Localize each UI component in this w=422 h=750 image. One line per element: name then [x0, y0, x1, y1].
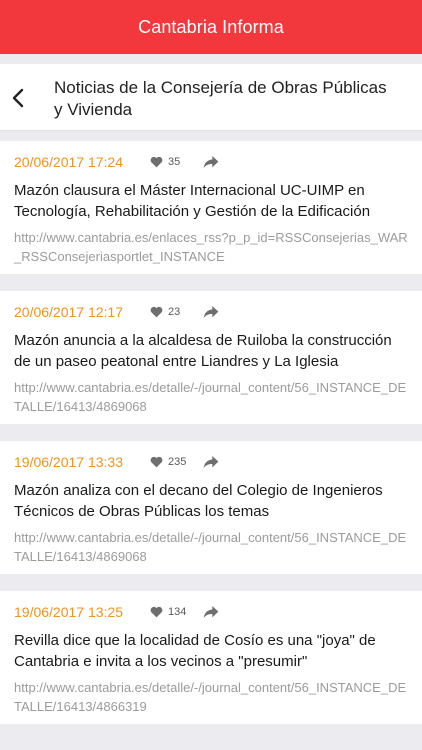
heart-icon	[150, 156, 163, 168]
share-button[interactable]	[203, 605, 219, 619]
share-arrow-icon	[203, 606, 219, 618]
news-meta: 19/06/2017 13:25 134	[14, 601, 219, 623]
likes-counter[interactable]: 35	[150, 156, 196, 168]
share-button[interactable]	[203, 305, 219, 319]
likes-counter[interactable]: 134	[150, 606, 196, 618]
likes-counter[interactable]: 235	[150, 456, 196, 468]
news-title[interactable]: Mazón clausura el Máster Internacional U…	[14, 180, 410, 222]
likes-count: 23	[168, 306, 181, 318]
news-url[interactable]: http://www.cantabria.es/enlaces_rss?p_p_…	[14, 228, 408, 266]
news-item[interactable]: 19/06/2017 13:33 235 Mazón analiza con e…	[0, 441, 422, 574]
likes-counter[interactable]: 23	[150, 306, 196, 318]
page-title: Noticias de la Consejería de Obras Públi…	[54, 78, 387, 119]
news-item[interactable]: 20/06/2017 12:17 23 Mazón anuncia a la a…	[0, 291, 422, 424]
share-arrow-icon	[203, 306, 219, 318]
share-button[interactable]	[203, 155, 219, 169]
back-button[interactable]	[6, 84, 30, 112]
news-url[interactable]: http://www.cantabria.es/detalle/-/journa…	[14, 378, 408, 416]
news-date: 20/06/2017 12:17	[14, 304, 123, 320]
news-date: 19/06/2017 13:25	[14, 604, 123, 620]
likes-count: 35	[168, 156, 181, 168]
news-title[interactable]: Mazón anuncia a la alcaldesa de Ruiloba …	[14, 330, 410, 372]
news-meta: 20/06/2017 17:24 35	[14, 151, 219, 173]
news-item[interactable]: 19/06/2017 13:25 134 Revilla dice que la…	[0, 591, 422, 724]
app-title-bar: Cantabria Informa	[0, 0, 422, 54]
heart-icon	[150, 306, 163, 318]
news-meta: 20/06/2017 12:17 23	[14, 301, 219, 323]
news-date: 20/06/2017 17:24	[14, 154, 123, 170]
news-title[interactable]: Mazón analiza con el decano del Colegio …	[14, 480, 410, 522]
news-item[interactable]: 20/06/2017 17:24 35 Mazón clausura el Má…	[0, 141, 422, 274]
share-arrow-icon	[203, 456, 219, 468]
news-url[interactable]: http://www.cantabria.es/detalle/-/journa…	[14, 528, 408, 566]
share-button[interactable]	[203, 455, 219, 469]
news-date: 19/06/2017 13:33	[14, 454, 123, 470]
section-header: Noticias de la Consejería de Obras Públi…	[0, 64, 422, 131]
likes-count: 235	[168, 456, 187, 468]
news-meta: 19/06/2017 13:33 235	[14, 451, 219, 473]
heart-icon	[150, 456, 163, 468]
news-title[interactable]: Revilla dice que la localidad de Cosío e…	[14, 630, 410, 672]
news-url[interactable]: http://www.cantabria.es/detalle/-/journa…	[14, 678, 408, 716]
chevron-left-icon	[12, 88, 24, 108]
heart-icon	[150, 606, 163, 618]
app-title: Cantabria Informa	[138, 16, 284, 37]
likes-count: 134	[168, 606, 187, 618]
share-arrow-icon	[203, 156, 219, 168]
